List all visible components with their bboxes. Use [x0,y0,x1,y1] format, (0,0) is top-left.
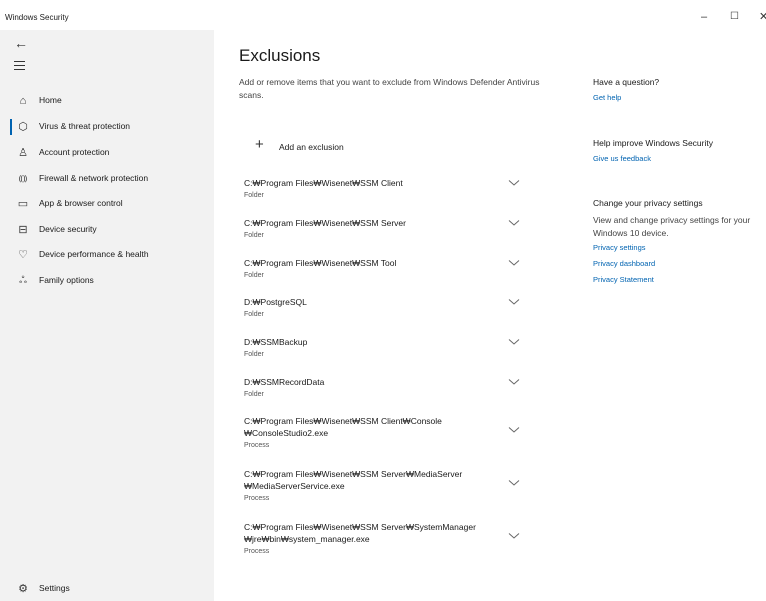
privacy-dashboard-link[interactable]: Privacy dashboard [593,259,753,268]
exclusion-type: Process [244,495,270,502]
privacy-text: View and change privacy settings for you… [593,215,751,238]
family-icon: ஃ [19,275,27,286]
chevron-down-icon[interactable] [508,532,520,540]
give-feedback-link[interactable]: Give us feedback [593,154,753,163]
exclusion-type: Folder [244,192,264,199]
close-button[interactable]: ✕ [759,10,766,24]
gear-icon: ⚙ [18,583,28,595]
exclusion-item[interactable]: D:₩SSMBackup Folder [244,336,524,358]
exclusion-path-continued: ₩MediaServerService.exe [244,481,345,491]
sidebar-item-family-options[interactable]: ஃ Family options [0,271,214,293]
sidebar-item-label: Family options [39,275,94,285]
chevron-down-icon[interactable] [508,179,520,187]
chevron-down-icon[interactable] [508,479,520,487]
plus-icon: + [255,136,264,153]
exclusion-path: C:₩Program Files₩Wisenet₩SSM Client₩Cons… [244,416,442,426]
page-title: Exclusions [239,46,321,65]
exclusion-type: Process [244,442,270,449]
exclusion-type: Folder [244,232,264,239]
chevron-down-icon[interactable] [508,338,520,346]
exclusion-path: C:₩Program Files₩Wisenet₩SSM Client [244,178,403,188]
exclusion-item[interactable]: C:₩Program Files₩Wisenet₩SSM Tool Folder [244,257,524,279]
exclusion-type: Folder [244,272,264,279]
privacy-section: Change your privacy settings View and ch… [593,198,753,284]
exclusion-path: C:₩Program Files₩Wisenet₩SSM Server₩Medi… [244,469,463,479]
exclusion-item[interactable]: D:₩SSMRecordData Folder [244,376,524,398]
feedback-section: Help improve Windows Security Give us fe… [593,138,753,163]
home-icon: ⌂ [19,95,27,107]
shield-icon: ⬡ [18,121,28,133]
wireless-icon: ⸨⸩ [18,174,28,183]
add-exclusion-button[interactable]: + Add an exclusion [249,135,369,157]
exclusion-item[interactable]: C:₩Program Files₩Wisenet₩SSM Server Fold… [244,217,524,239]
sidebar-item-virus-threat-protection[interactable]: ⬡ Virus & threat protection [0,117,214,139]
window-title: Windows Security [5,13,69,22]
sidebar-item-label: Settings [39,583,70,593]
sidebar-item-label: App & browser control [39,198,123,208]
exclusion-path: D:₩PostgreSQL [244,297,307,307]
exclusion-path: D:₩SSMRecordData [244,377,325,387]
privacy-settings-link[interactable]: Privacy settings [593,243,753,252]
exclusion-path: C:₩Program Files₩Wisenet₩SSM Tool [244,258,397,268]
minimize-button[interactable]: – [701,10,707,24]
chevron-down-icon[interactable] [508,259,520,267]
sidebar-item-device-performance[interactable]: ♡ Device performance & health [0,245,214,267]
main-content: Exclusions Add or remove items that you … [214,30,766,601]
help-heading: Have a question? [593,77,660,87]
get-help-link[interactable]: Get help [593,93,753,102]
sidebar-item-label: Firewall & network protection [39,173,149,183]
sidebar-item-home[interactable]: ⌂ Home [0,91,214,113]
sidebar-item-label: Home [39,95,62,105]
title-bar: Windows Security – ☐ ✕ [0,0,766,30]
sidebar-item-label: Device performance & health [39,249,149,259]
exclusion-type: Process [244,548,270,555]
exclusion-type: Folder [244,391,264,398]
person-icon: ♙ [18,147,28,159]
privacy-statement-link[interactable]: Privacy Statement [593,275,753,284]
exclusion-path: C:₩Program Files₩Wisenet₩SSM Server₩Syst… [244,522,476,532]
exclusion-type: Folder [244,311,264,318]
heart-icon: ♡ [18,249,28,261]
feedback-heading: Help improve Windows Security [593,138,713,148]
sidebar-item-label: Virus & threat protection [39,121,131,131]
sidebar-item-label: Account protection [39,147,110,157]
hamburger-menu-icon[interactable] [14,61,25,73]
sidebar-item-settings[interactable]: ⚙ Settings [0,579,214,601]
chevron-down-icon[interactable] [508,426,520,434]
sidebar-item-firewall-network[interactable]: ⸨⸩ Firewall & network protection [0,169,214,191]
sidebar: ← ⌂ Home ⬡ Virus & threat protection ♙ A… [0,30,214,601]
sidebar-item-account-protection[interactable]: ♙ Account protection [0,143,214,165]
exclusion-type: Folder [244,351,264,358]
exclusion-item[interactable]: C:₩Program Files₩Wisenet₩SSM Client Fold… [244,177,524,199]
chevron-down-icon[interactable] [508,298,520,306]
back-arrow-icon[interactable]: ← [14,35,28,51]
add-exclusion-label: Add an exclusion [279,142,344,152]
exclusion-item[interactable]: C:₩Program Files₩Wisenet₩SSM Server₩Syst… [244,521,524,555]
help-section: Have a question? Get help [593,77,753,102]
exclusion-item[interactable]: C:₩Program Files₩Wisenet₩SSM Server₩Medi… [244,468,524,502]
selection-indicator [10,119,12,135]
sidebar-item-label: Device security [39,224,97,234]
chevron-down-icon[interactable] [508,378,520,386]
exclusion-item[interactable]: D:₩PostgreSQL Folder [244,296,524,318]
exclusion-item[interactable]: C:₩Program Files₩Wisenet₩SSM Client₩Cons… [244,415,524,449]
exclusion-path: D:₩SSMBackup [244,337,308,347]
laptop-icon: ⊟ [18,224,28,236]
sidebar-item-device-security[interactable]: ⊟ Device security [0,220,214,242]
page-description: Add or remove items that you want to exc… [239,77,540,100]
privacy-heading: Change your privacy settings [593,198,703,208]
chevron-down-icon[interactable] [508,219,520,227]
browser-window-icon: ▭ [17,198,29,210]
maximize-button[interactable]: ☐ [730,10,739,24]
sidebar-item-app-browser-control[interactable]: ▭ App & browser control [0,194,214,216]
exclusion-path-continued: ₩jre₩bin₩system_manager.exe [244,534,370,544]
exclusion-path-continued: ₩ConsoleStudio2.exe [244,428,329,438]
exclusion-path: C:₩Program Files₩Wisenet₩SSM Server [244,218,406,228]
